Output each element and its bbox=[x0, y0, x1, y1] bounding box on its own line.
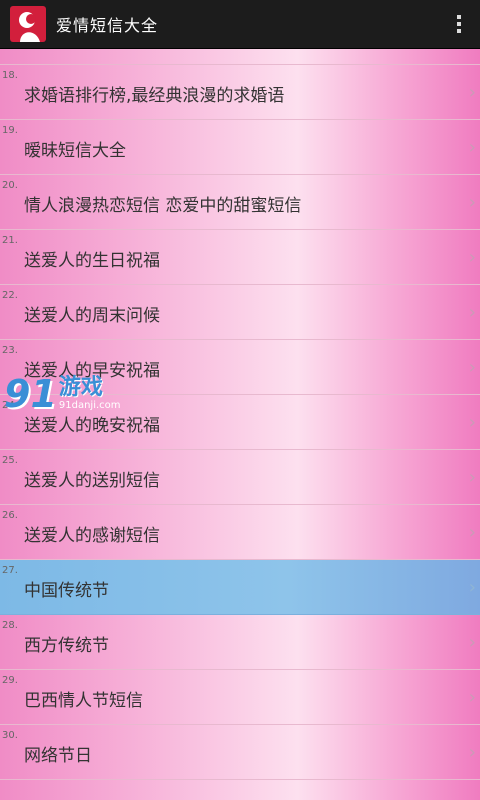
item-label: 送爱人的生日祝福 bbox=[24, 251, 160, 271]
overflow-menu-icon[interactable] bbox=[444, 8, 474, 40]
item-number: 27. bbox=[2, 565, 18, 576]
chevron-right-icon: › bbox=[468, 247, 476, 268]
list-item[interactable]: 22. 送爱人的周末问候 › bbox=[0, 285, 480, 340]
item-number: 23. bbox=[2, 345, 18, 356]
list-item[interactable]: 27. 中国传统节 › bbox=[0, 560, 480, 615]
list-item[interactable]: 30. 网络节日 › bbox=[0, 725, 480, 780]
item-label: 暧昧短信大全 bbox=[24, 141, 126, 161]
item-label: 西方传统节 bbox=[24, 636, 109, 656]
chevron-right-icon: › bbox=[468, 522, 476, 543]
list-item[interactable]: 29. 巴西情人节短信 › bbox=[0, 670, 480, 725]
list-item[interactable]: 28. 西方传统节 › bbox=[0, 615, 480, 670]
chevron-right-icon: › bbox=[468, 137, 476, 158]
item-label: 情人浪漫热恋短信 恋爱中的甜蜜短信 bbox=[24, 196, 302, 216]
item-label: 送爱人的周末问候 bbox=[24, 306, 160, 326]
chevron-right-icon: › bbox=[468, 302, 476, 323]
item-number: 20. bbox=[2, 180, 18, 191]
list-item[interactable]: 24. 送爱人的晚安祝福 › bbox=[0, 395, 480, 450]
action-bar: 爱情短信大全 bbox=[0, 0, 480, 49]
item-label: 送爱人的送别短信 bbox=[24, 471, 160, 491]
item-number: 29. bbox=[2, 675, 18, 686]
item-label: 求婚语排行榜,最经典浪漫的求婚语 bbox=[24, 86, 285, 106]
chevron-right-icon: › bbox=[468, 412, 476, 433]
list-item[interactable]: 25. 送爱人的送别短信 › bbox=[0, 450, 480, 505]
list-item[interactable]: 23. 送爱人的早安祝福 › bbox=[0, 340, 480, 395]
list-item[interactable]: 20. 情人浪漫热恋短信 恋爱中的甜蜜短信 › bbox=[0, 175, 480, 230]
item-label: 巴西情人节短信 bbox=[24, 691, 143, 711]
list-item[interactable]: 19. 暧昧短信大全 › bbox=[0, 120, 480, 175]
chevron-right-icon: › bbox=[468, 577, 476, 598]
chevron-right-icon: › bbox=[468, 192, 476, 213]
message-category-list[interactable]: 发给老公的甜蜜短信› 18. 求婚语排行榜,最经典浪漫的求婚语 › 19. 暧昧短信大全 ›… bbox=[0, 48, 480, 800]
list-item[interactable]: 发给老公的甜蜜短信› bbox=[0, 48, 480, 65]
item-number: 25. bbox=[2, 455, 18, 466]
item-label: 送爱人的早安祝福 bbox=[24, 361, 160, 381]
app-title: 爱情短信大全 bbox=[56, 16, 159, 35]
item-number: 24. bbox=[2, 400, 18, 411]
item-label: 送爱人的晚安祝福 bbox=[24, 416, 160, 436]
chevron-right-icon: › bbox=[468, 357, 476, 378]
list-item[interactable]: 18. 求婚语排行榜,最经典浪漫的求婚语 › bbox=[0, 65, 480, 120]
item-number: 26. bbox=[2, 510, 18, 521]
app-icon[interactable] bbox=[10, 6, 46, 42]
list-item[interactable]: 21. 送爱人的生日祝福 › bbox=[0, 230, 480, 285]
item-label: 中国传统节 bbox=[24, 581, 109, 601]
chevron-right-icon: › bbox=[468, 742, 476, 763]
chevron-right-icon: › bbox=[468, 82, 476, 103]
item-number: 30. bbox=[2, 730, 18, 741]
chevron-right-icon: › bbox=[468, 467, 476, 488]
chevron-right-icon: › bbox=[468, 632, 476, 653]
list-item[interactable]: 26. 送爱人的感谢短信 › bbox=[0, 505, 480, 560]
chevron-right-icon: › bbox=[468, 687, 476, 708]
item-number: 19. bbox=[2, 125, 18, 136]
item-number: 28. bbox=[2, 620, 18, 631]
item-number: 21. bbox=[2, 235, 18, 246]
item-label: 网络节日 bbox=[24, 746, 92, 766]
item-number: 22. bbox=[2, 290, 18, 301]
item-label: 送爱人的感谢短信 bbox=[24, 526, 160, 546]
item-number: 18. bbox=[2, 70, 18, 81]
